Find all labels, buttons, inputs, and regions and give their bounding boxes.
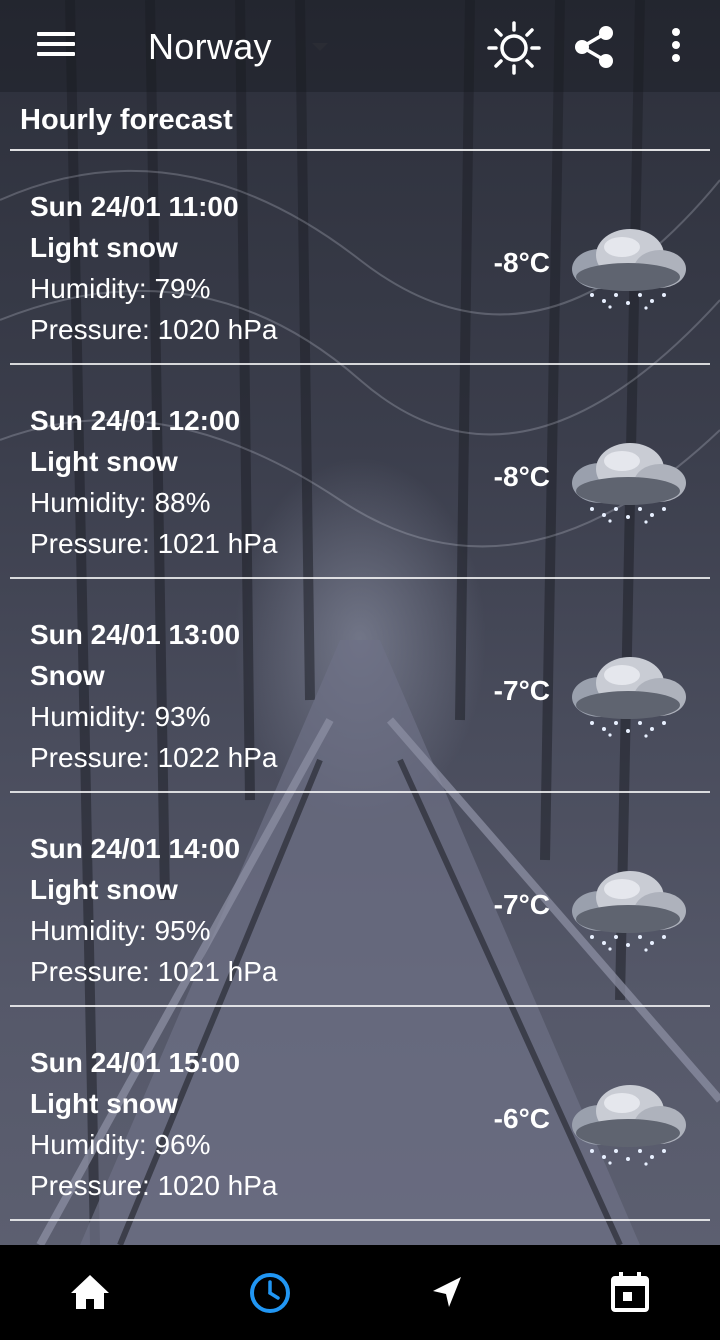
sun-icon[interactable] [484, 18, 544, 78]
page-title: Norway [148, 26, 272, 67]
forecast-details: Sun 24/01 13:00 Snow Humidity: 93% Press… [30, 614, 278, 778]
section-title: Hourly forecast [20, 104, 233, 136]
forecast-row[interactable]: Sun 24/01 12:00 Light snow Humidity: 88%… [0, 365, 720, 579]
forecast-humidity: Humidity: 79% [30, 273, 211, 304]
forecast-pressure: Pressure: 1020 hPa [30, 314, 278, 345]
calendar-icon[interactable] [605, 1267, 655, 1317]
forecast-pressure: Pressure: 1020 hPa [30, 1170, 278, 1201]
snow-cloud-icon [572, 657, 686, 738]
forecast-temperature: -6°C [493, 1103, 550, 1134]
forecast-row[interactable]: Sun 24/01 15:00 Light snow Humidity: 96%… [0, 1007, 720, 1221]
snow-cloud-icon [572, 1085, 686, 1166]
forecast-row[interactable]: Sun 24/01 13:00 Snow Humidity: 93% Press… [0, 579, 720, 793]
forecast-details: Sun 24/01 12:00 Light snow Humidity: 88%… [30, 400, 278, 564]
menu-icon-line [37, 42, 75, 46]
forecast-details: Sun 24/01 15:00 Light snow Humidity: 96%… [30, 1042, 278, 1206]
forecast-temperature: -8°C [493, 461, 550, 492]
forecast-condition: Snow [30, 660, 105, 691]
forecast-humidity: Humidity: 96% [30, 1129, 211, 1160]
forecast-datetime: Sun 24/01 15:00 [30, 1047, 241, 1078]
forecast-humidity: Humidity: 95% [30, 915, 211, 946]
forecast-temperature: -7°C [493, 889, 550, 920]
menu-icon-line [37, 52, 75, 56]
snow-cloud-icon [572, 229, 686, 310]
snow-cloud-icon [572, 443, 686, 524]
chevron-down-icon [311, 43, 328, 51]
forecast-condition: Light snow [30, 446, 178, 477]
forecast-datetime: Sun 24/01 11:00 [30, 191, 239, 222]
menu-icon-line [37, 32, 75, 36]
forecast-pressure: Pressure: 1021 hPa [30, 528, 278, 559]
snow-cloud-icon [572, 871, 686, 952]
app-bar: Norway [0, 0, 720, 92]
menu-icon[interactable] [28, 24, 84, 68]
forecast-datetime: Sun 24/01 12:00 [30, 405, 241, 436]
forecast-condition: Light snow [30, 874, 178, 905]
bottom-navigation [0, 1245, 720, 1340]
clock-icon[interactable] [245, 1267, 295, 1317]
forecast-pressure: Pressure: 1022 hPa [30, 742, 278, 773]
forecast-humidity: Humidity: 88% [30, 487, 211, 518]
forecast-row[interactable]: Sun 24/01 14:00 Light snow Humidity: 95%… [0, 793, 720, 1007]
forecast-humidity: Humidity: 93% [30, 701, 211, 732]
more-vert-icon[interactable] [648, 18, 708, 78]
navigation-arrow-icon[interactable] [423, 1267, 473, 1317]
forecast-row[interactable]: Sun 24/01 11:00 Light snow Humidity: 79%… [0, 151, 720, 365]
home-icon[interactable] [65, 1267, 115, 1317]
divider [10, 1219, 710, 1221]
forecast-condition: Light snow [30, 1088, 178, 1119]
share-icon[interactable] [566, 18, 626, 78]
forecast-datetime: Sun 24/01 14:00 [30, 833, 241, 864]
forecast-temperature: -7°C [493, 675, 550, 706]
forecast-pressure: Pressure: 1021 hPa [30, 956, 278, 987]
forecast-condition: Light snow [30, 232, 178, 263]
hourly-forecast-list: Sun 24/01 11:00 Light snow Humidity: 79%… [0, 151, 720, 1221]
location-selector[interactable]: Norway [148, 24, 328, 70]
forecast-temperature: -8°C [493, 247, 550, 278]
forecast-details: Sun 24/01 14:00 Light snow Humidity: 95%… [30, 828, 278, 992]
forecast-datetime: Sun 24/01 13:00 [30, 619, 241, 650]
forecast-details: Sun 24/01 11:00 Light snow Humidity: 79%… [30, 186, 278, 350]
